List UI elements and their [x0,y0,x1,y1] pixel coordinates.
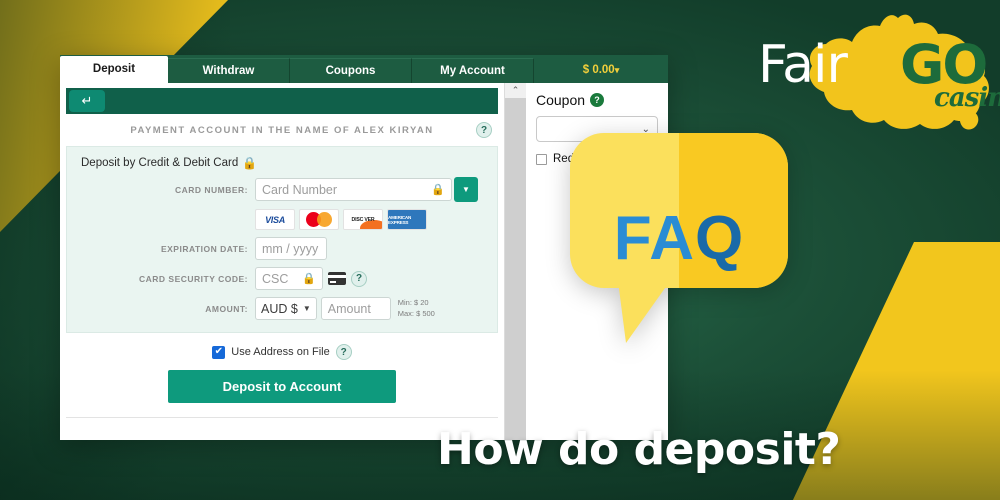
currency-value: AUD $ [261,301,298,316]
payment-account-text: PAYMENT ACCOUNT IN THE NAME OF ALEX KIRY… [130,124,434,136]
balance-indicator[interactable]: $ 0.00▾ [534,58,668,83]
caret-down-icon: ▼ [462,185,470,194]
lock-icon: 🔒 [242,156,258,170]
tab-deposit-label: Deposit [92,63,136,75]
account-help-glyph: ? [480,124,488,136]
caption-text: How do deposit? [437,424,841,475]
address-help-glyph: ? [340,346,347,358]
form-toolbar: ↵ [66,88,498,114]
faq-bubble: FA Q [570,133,788,343]
tab-withdraw-label: Withdraw [202,65,255,77]
amount-placeholder: Amount [327,301,371,316]
card-number-dropdown-button[interactable]: ▼ [454,177,478,202]
chevron-down-icon: ▼ [302,304,311,313]
amount-input[interactable]: Amount [320,297,391,320]
amount-limits: Min: $ 20 Max: $ 500 [398,298,435,318]
credit-card-icon [328,272,346,285]
check-icon: ✔ [214,346,223,357]
csc-help-glyph: ? [355,273,363,284]
amount-min: Min: $ 20 [397,298,429,308]
faq-label-back: Q [695,203,745,273]
scroll-up-icon[interactable]: ⌃ [504,83,527,98]
scrollbar-track[interactable] [504,98,527,440]
expiration-label: EXPIRATION DATE: [160,243,248,254]
csc-row: CARD SECURITY CODE: CSC 🔒 ? [77,267,487,290]
redeem-checkbox[interactable] [536,153,547,165]
discover-label: DISC VER [351,216,375,223]
address-help-icon[interactable]: ? [335,344,352,360]
use-address-label: Use Address on File [231,346,330,358]
footer-divider [66,417,498,418]
visa-icon: VISA [255,209,295,230]
lock-icon: 🔒 [431,184,445,196]
discover-icon: DISC VER [343,209,383,230]
card-number-input[interactable]: Card Number 🔒 [255,178,452,201]
mastercard-icon [299,209,339,230]
coupon-title-row: Coupon ? [536,92,658,108]
form-title: Deposit by Credit & Debit Card [81,157,239,169]
tab-my-account[interactable]: My Account [412,58,534,83]
amount-label: AMOUNT: [205,303,248,314]
form-title-row: Deposit by Credit & Debit Card 🔒 [81,156,487,170]
coupon-title: Coupon [536,92,586,108]
expiration-placeholder: mm / yyyy [262,241,319,256]
tab-my-account-label: My Account [440,65,505,77]
payment-account-banner: PAYMENT ACCOUNT IN THE NAME OF ALEX KIRY… [60,114,504,146]
card-number-row: CARD NUMBER: Card Number 🔒 ▼ [77,177,487,202]
card-brands-row: VISA DISC VER AMERICAN EXPRESS [77,209,487,230]
lock-icon: 🔒 [302,273,316,285]
csc-input[interactable]: CSC 🔒 [255,267,323,290]
amex-label: AMERICAN EXPRESS [388,214,412,225]
deposit-to-account-button[interactable]: Deposit to Account [168,370,396,403]
csc-help-icon[interactable]: ? [351,270,367,287]
chevron-down-icon: ▾ [614,65,620,75]
use-address-row: ✔ Use Address on File ? [60,344,504,360]
card-number-placeholder: Card Number [262,182,338,197]
amount-max: Max: $ 500 [397,308,435,318]
coupon-help-icon[interactable]: ? [590,93,605,107]
card-brand-list: VISA DISC VER AMERICAN EXPRESS [255,209,427,230]
fairgo-logo: Fair GO casino [752,6,1000,136]
amex-icon: AMERICAN EXPRESS [387,209,427,230]
tab-deposit[interactable]: Deposit [60,56,168,83]
back-button[interactable]: ↵ [69,90,105,112]
csc-placeholder: CSC [262,271,289,286]
tab-coupons-label: Coupons [325,65,376,77]
faq-label-front: FA [613,203,695,273]
card-number-label: CARD NUMBER: [174,184,248,195]
expiration-row: EXPIRATION DATE: mm / yyyy [77,237,487,260]
tab-coupons[interactable]: Coupons [290,58,412,83]
coupon-help-glyph: ? [594,95,600,105]
credit-card-form: Deposit by Credit & Debit Card 🔒 CARD NU… [66,146,498,333]
expiration-input[interactable]: mm / yyyy [255,237,327,260]
visa-label: VISA [265,214,285,225]
faq-label: FA Q [570,133,788,343]
logo-casino-text: casino [934,83,1000,113]
deposit-pane: ↵ PAYMENT ACCOUNT IN THE NAME OF ALEX KI… [60,83,504,440]
account-help-icon[interactable]: ? [476,122,492,138]
back-arrow-icon: ↵ [81,93,93,108]
use-address-checkbox[interactable]: ✔ [212,345,226,359]
tab-bar: Deposit Withdraw Coupons My Account $ 0.… [60,55,668,83]
amount-row: AMOUNT: AUD $ ▼ Amount Min: $ 20 Max: $ … [77,297,487,320]
balance-amount: $ 0.00 [582,64,615,76]
scrollbar[interactable]: ⌃ [504,83,527,440]
csc-label: CARD SECURITY CODE: [139,273,248,284]
currency-select[interactable]: AUD $ ▼ [255,297,317,320]
tab-withdraw[interactable]: Withdraw [168,58,290,83]
logo-fair-text: Fair [758,35,848,95]
